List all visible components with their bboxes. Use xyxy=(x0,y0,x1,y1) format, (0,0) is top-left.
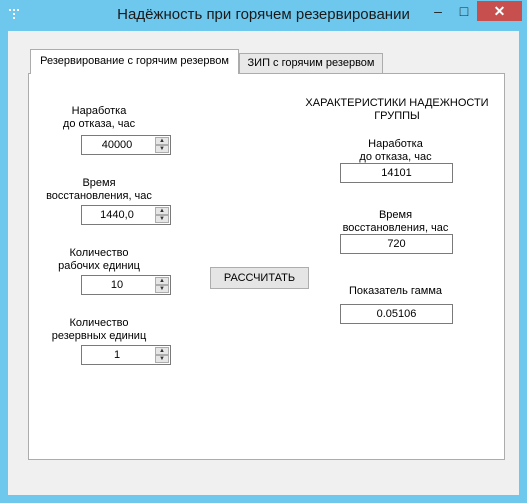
mtbf-spinbox[interactable]: ▲ ▼ xyxy=(81,135,171,155)
result-repair-time-field: 720 xyxy=(340,234,453,254)
reserve-units-spinbox[interactable]: ▲ ▼ xyxy=(81,345,171,365)
chevron-up-icon[interactable]: ▲ xyxy=(155,207,169,215)
result-mtbf-label: Наработка до отказа, час xyxy=(359,138,432,163)
chevron-up-icon[interactable]: ▲ xyxy=(155,277,169,285)
result-mtbf-field: 14101 xyxy=(340,163,453,183)
tab-hot-reserve[interactable]: Резервирование с горячим резервом xyxy=(30,49,239,74)
title-bar[interactable]: Надёжность при горячем резервировании – … xyxy=(0,0,527,31)
result-gamma-field: 0.05106 xyxy=(340,304,453,324)
results-header: ХАРАКТЕРИСТИКИ НАДЕЖНОСТИ ГРУППЫ xyxy=(305,97,489,122)
tab-strip: Резервирование с горячим резервом ЗИП с … xyxy=(10,31,519,74)
reserve-units-label: Количество резервных единиц xyxy=(51,317,147,342)
client-area: Резервирование с горячим резервом ЗИП с … xyxy=(8,31,519,495)
reserve-units-input[interactable] xyxy=(82,346,152,364)
mtbf-label: Наработка до отказа, час xyxy=(62,105,136,130)
working-units-input[interactable] xyxy=(82,276,152,294)
close-button[interactable]: ✕ xyxy=(477,1,522,21)
chevron-up-icon[interactable]: ▲ xyxy=(155,137,169,145)
chevron-up-icon[interactable]: ▲ xyxy=(155,347,169,355)
repair-time-label: Время восстановления, час xyxy=(46,177,152,202)
minimize-button[interactable]: – xyxy=(425,1,451,21)
working-units-label: Количество рабочих единиц xyxy=(58,247,140,272)
chevron-down-icon[interactable]: ▼ xyxy=(155,285,169,293)
working-units-spinbox[interactable]: ▲ ▼ xyxy=(81,275,171,295)
result-repair-time-label: Время восстановления, час xyxy=(342,209,449,234)
maximize-button[interactable]: □ xyxy=(451,1,477,21)
app-window: Надёжность при горячем резервировании – … xyxy=(0,0,527,503)
repair-time-input[interactable] xyxy=(82,206,152,224)
chevron-down-icon[interactable]: ▼ xyxy=(155,145,169,153)
calculate-button[interactable]: РАССЧИТАТЬ xyxy=(210,267,309,289)
chevron-down-icon[interactable]: ▼ xyxy=(155,215,169,223)
mtbf-input[interactable] xyxy=(82,136,152,154)
result-gamma-label: Показатель гамма xyxy=(349,285,442,297)
tab-spare-parts[interactable]: ЗИП с горячим резервом xyxy=(239,53,383,73)
chevron-down-icon[interactable]: ▼ xyxy=(155,355,169,363)
repair-time-spinbox[interactable]: ▲ ▼ xyxy=(81,205,171,225)
tab-panel: Наработка до отказа, час ▲ ▼ Время восст… xyxy=(28,73,505,460)
